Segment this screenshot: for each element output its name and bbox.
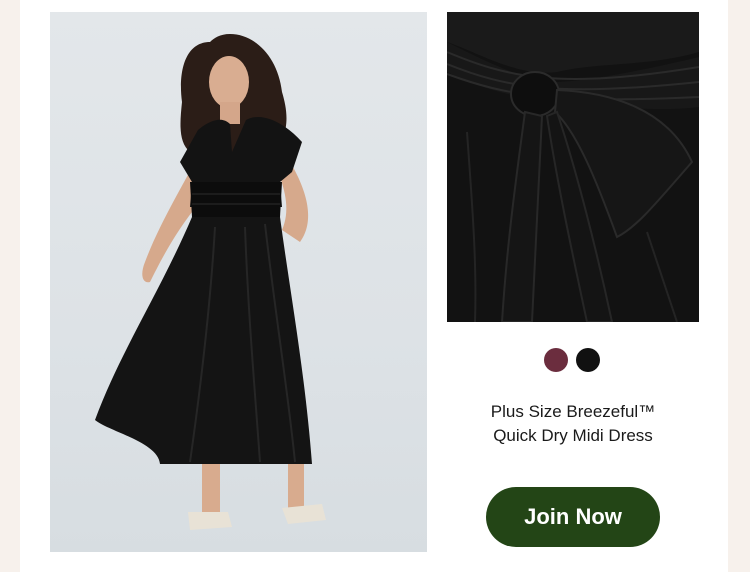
model-illustration xyxy=(95,34,326,530)
product-main-image[interactable] xyxy=(50,12,427,552)
join-now-button[interactable]: Join Now xyxy=(486,487,660,547)
product-title-line2: Quick Dry Midi Dress xyxy=(493,426,653,445)
product-detail-image[interactable] xyxy=(447,12,699,322)
swatch-burgundy[interactable] xyxy=(544,348,568,372)
color-swatches xyxy=(544,348,600,372)
swatch-black[interactable] xyxy=(576,348,600,372)
tie-detail-illustration xyxy=(447,12,699,322)
product-title-line1: Plus Size Breezeful™ xyxy=(490,402,656,421)
product-title[interactable]: Plus Size Breezeful™ Quick Dry Midi Dres… xyxy=(467,400,679,448)
product-card: Plus Size Breezeful™ Quick Dry Midi Dres… xyxy=(20,0,728,572)
